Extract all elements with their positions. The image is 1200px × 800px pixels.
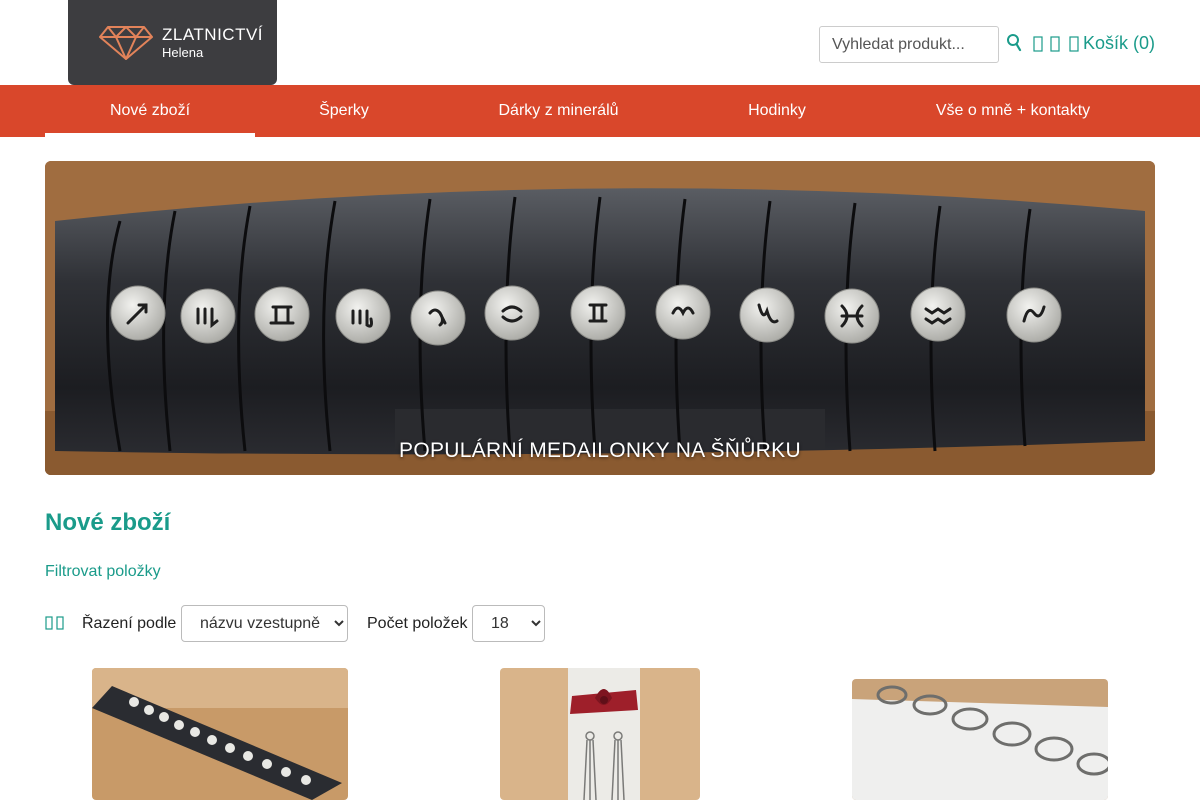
list-view-icon[interactable] [56, 616, 64, 635]
diamond-icon [99, 25, 153, 60]
product-image[interactable] [852, 679, 1108, 800]
heart-icon[interactable] [1050, 36, 1060, 57]
cart-icon [1069, 35, 1079, 52]
banner-caption: POPULÁRNÍ MEDAILONKY NA ŠŇŮRKU [399, 439, 801, 462]
nav-item-label: Dárky z minerálů [498, 102, 619, 119]
cart-button[interactable]: Košík (0) [1069, 33, 1155, 54]
cart-label: Košík (0) [1083, 33, 1156, 53]
nav-item-sperky[interactable]: Šperky [294, 85, 394, 137]
nav-item-darky[interactable]: Dárky z minerálů [478, 85, 639, 137]
hero-banner[interactable]: POPULÁRNÍ MEDAILONKY NA ŠŇŮRKU [45, 161, 1155, 475]
logo-subtitle: Helena [162, 45, 204, 60]
nav-item-label: Hodinky [748, 102, 806, 119]
nav-item-hodinky[interactable]: Hodinky [727, 85, 827, 137]
page-title: Nové zboží [45, 509, 171, 536]
sort-label: Řazení podle [82, 615, 177, 632]
filter-link[interactable]: Filtrovat položky [45, 563, 161, 581]
user-icon[interactable] [1033, 36, 1043, 57]
search-icon[interactable] [1006, 33, 1024, 55]
banner-image [45, 161, 1155, 475]
nav-item-nove-zbozi[interactable]: Nové zboží [45, 85, 255, 137]
count-select[interactable]: 18 [472, 605, 545, 642]
nav-item-label: Vše o mně + kontakty [935, 102, 1091, 119]
main-nav: Nové zboží Šperky Dárky z minerálů Hodin… [0, 85, 1200, 137]
nav-item-label: Šperky [319, 102, 369, 119]
view-toggle [45, 616, 64, 635]
logo-title: ZLATNICTVÍ [162, 25, 264, 44]
site-logo[interactable]: ZLATNICTVÍ Helena [68, 0, 277, 85]
nav-item-kontakty[interactable]: Vše o mně + kontakty [913, 85, 1113, 137]
count-label: Počet položek [367, 615, 468, 632]
grid-view-icon[interactable] [45, 616, 53, 635]
product-image[interactable] [92, 668, 348, 800]
nav-item-label: Nové zboží [109, 102, 191, 119]
site-header: ZLATNICTVÍ Helena Košík (0) [0, 0, 1200, 85]
sort-select[interactable]: názvu vzestupně [181, 605, 348, 642]
search-input[interactable] [819, 26, 999, 63]
product-image[interactable] [500, 668, 700, 800]
